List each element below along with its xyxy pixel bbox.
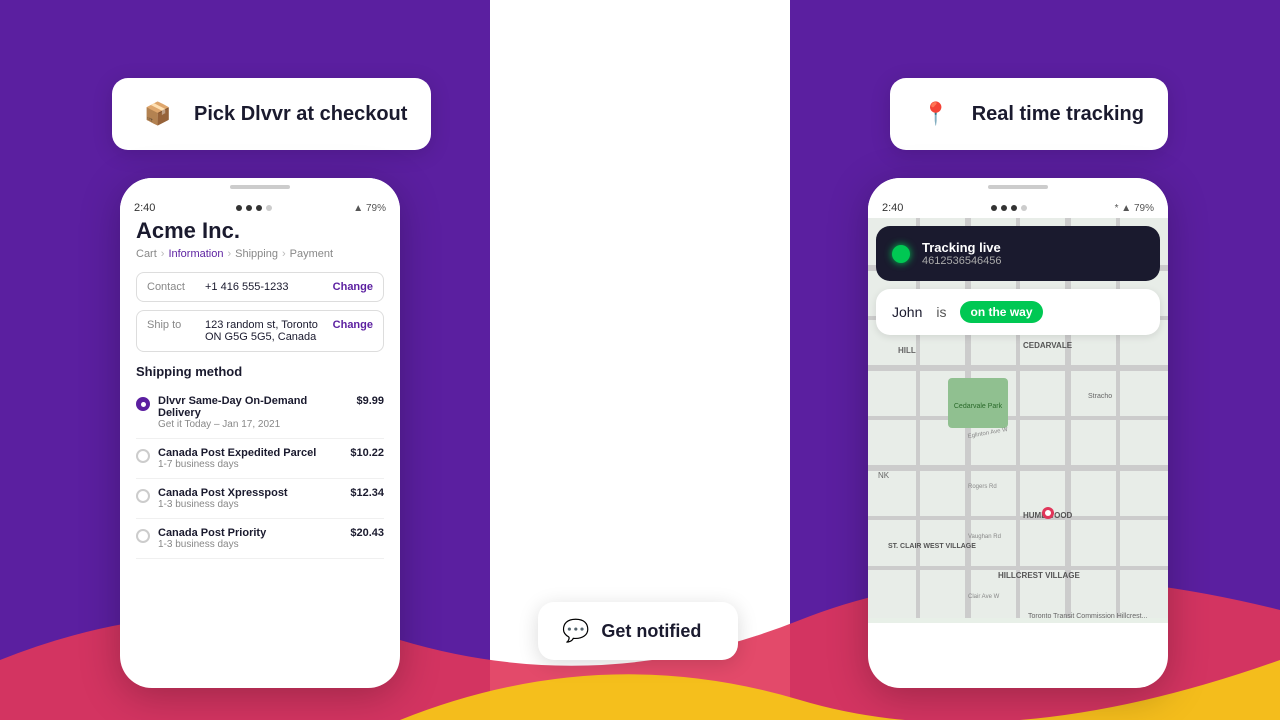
shipping-section-title: Shipping method — [136, 364, 384, 379]
status-bar-right: 2:40 * ▲ 79% — [868, 194, 1168, 218]
tracking-number: 4612536546456 — [922, 255, 1002, 267]
shipping-option-2[interactable]: Canada Post Xpresspost 1-3 business days… — [136, 479, 384, 519]
location-icon: 📍 — [914, 92, 958, 136]
shipping-option-1[interactable]: Canada Post Expedited Parcel 1-7 busines… — [136, 439, 384, 479]
contact-label: Contact — [147, 281, 197, 293]
svg-text:Stracho: Stracho — [1088, 393, 1112, 400]
checkout-badge: 📦 Pick Dlvvr at checkout — [112, 78, 431, 150]
is-text: is — [936, 304, 946, 320]
tracking-card: Tracking live 4612536546456 — [876, 226, 1160, 281]
shipping-details-1: Canada Post Expedited Parcel 1-7 busines… — [158, 447, 342, 470]
status-icons-left: ▲ 79% — [353, 203, 386, 214]
tracking-badge: 📍 Real time tracking — [890, 78, 1168, 150]
shipping-option-3[interactable]: Canada Post Priority 1-3 business days $… — [136, 519, 384, 559]
store-name: Acme Inc. — [136, 218, 384, 244]
tracking-overlay: Tracking live 4612536546456 John is on t… — [868, 218, 1168, 343]
radio-3 — [136, 529, 150, 543]
phone-top-bar-left — [120, 178, 400, 194]
radio-2 — [136, 489, 150, 503]
checkout-phone: 2:40 ▲ 79% Acme Inc. Cart › Information … — [120, 178, 400, 688]
phone-top-bar-right — [868, 178, 1168, 194]
svg-text:Toronto Transit Commission Hil: Toronto Transit Commission Hillcrest... — [1028, 613, 1147, 618]
bc-payment: Payment — [290, 248, 333, 260]
get-notified-text: Get notified — [601, 621, 701, 642]
tracking-label: Tracking live — [922, 240, 1002, 255]
driver-status-badge: on the way — [960, 301, 1042, 323]
dots-right — [991, 205, 1027, 211]
shipping-details-0: Dlvvr Same-Day On-Demand Delivery Get it… — [158, 395, 348, 430]
tracking-info: Tracking live 4612536546456 — [922, 240, 1002, 267]
status-icons-right: * ▲ 79% — [1115, 203, 1154, 214]
tracking-phone: 2:40 * ▲ 79% — [868, 178, 1168, 688]
phone-notch-right — [988, 185, 1048, 189]
shipping-options: Dlvvr Same-Day On-Demand Delivery Get it… — [136, 387, 384, 559]
package-icon: 📦 — [136, 92, 180, 136]
phone-notch-left — [230, 185, 290, 189]
tracking-live-dot — [892, 245, 910, 263]
shipping-details-2: Canada Post Xpresspost 1-3 business days — [158, 487, 342, 510]
radio-1 — [136, 449, 150, 463]
svg-text:Clair Ave W: Clair Ave W — [968, 594, 1000, 600]
dots-left — [236, 205, 272, 211]
map-area: Cedarvale Park HILL Kay Gardiner Beltlin… — [868, 218, 1168, 623]
svg-text:Cedarvale Park: Cedarvale Park — [954, 403, 1003, 410]
checkout-screen: Acme Inc. Cart › Information › Shipping … — [120, 218, 400, 575]
driver-name: John — [892, 304, 922, 320]
shipto-row: Ship to 123 random st, Toronto ON G5G 5G… — [147, 319, 373, 343]
chat-icon: 💬 — [562, 618, 589, 644]
time-right: 2:40 — [882, 202, 903, 214]
shipto-label: Ship to — [147, 319, 197, 331]
checkout-badge-text: Pick Dlvvr at checkout — [194, 103, 407, 126]
svg-text:HILL: HILL — [898, 346, 916, 355]
contact-change[interactable]: Change — [333, 281, 373, 293]
contact-value: +1 416 555-1233 — [197, 281, 333, 293]
contact-row: Contact +1 416 555-1233 Change — [147, 281, 373, 293]
bc-information: Information — [168, 248, 223, 260]
svg-text:Rogers Rd: Rogers Rd — [968, 484, 997, 490]
svg-text:HILLCREST VILLAGE: HILLCREST VILLAGE — [998, 571, 1080, 580]
tracking-badge-text: Real time tracking — [972, 103, 1144, 126]
contact-field: Contact +1 416 555-1233 Change — [136, 272, 384, 302]
shipping-option-0[interactable]: Dlvvr Same-Day On-Demand Delivery Get it… — [136, 387, 384, 439]
shipto-value: 123 random st, Toronto ON G5G 5G5, Canad… — [197, 319, 333, 343]
status-bar-left: 2:40 ▲ 79% — [120, 194, 400, 218]
shipto-change[interactable]: Change — [333, 319, 373, 331]
radio-0 — [136, 397, 150, 411]
shipping-details-3: Canada Post Priority 1-3 business days — [158, 527, 342, 550]
svg-text:ST. CLAIR WEST VILLAGE: ST. CLAIR WEST VILLAGE — [888, 543, 976, 550]
svg-text:NK: NK — [878, 471, 890, 480]
driver-status-card: John is on the way — [876, 289, 1160, 335]
bc-shipping: Shipping — [235, 248, 278, 260]
time-left: 2:40 — [134, 202, 155, 214]
get-notified-button[interactable]: 💬 Get notified — [538, 602, 738, 660]
shipto-field: Ship to 123 random st, Toronto ON G5G 5G… — [136, 310, 384, 352]
bc-cart: Cart — [136, 248, 157, 260]
breadcrumb: Cart › Information › Shipping › Payment — [136, 248, 384, 260]
svg-text:Vaughan Rd: Vaughan Rd — [968, 534, 1001, 540]
